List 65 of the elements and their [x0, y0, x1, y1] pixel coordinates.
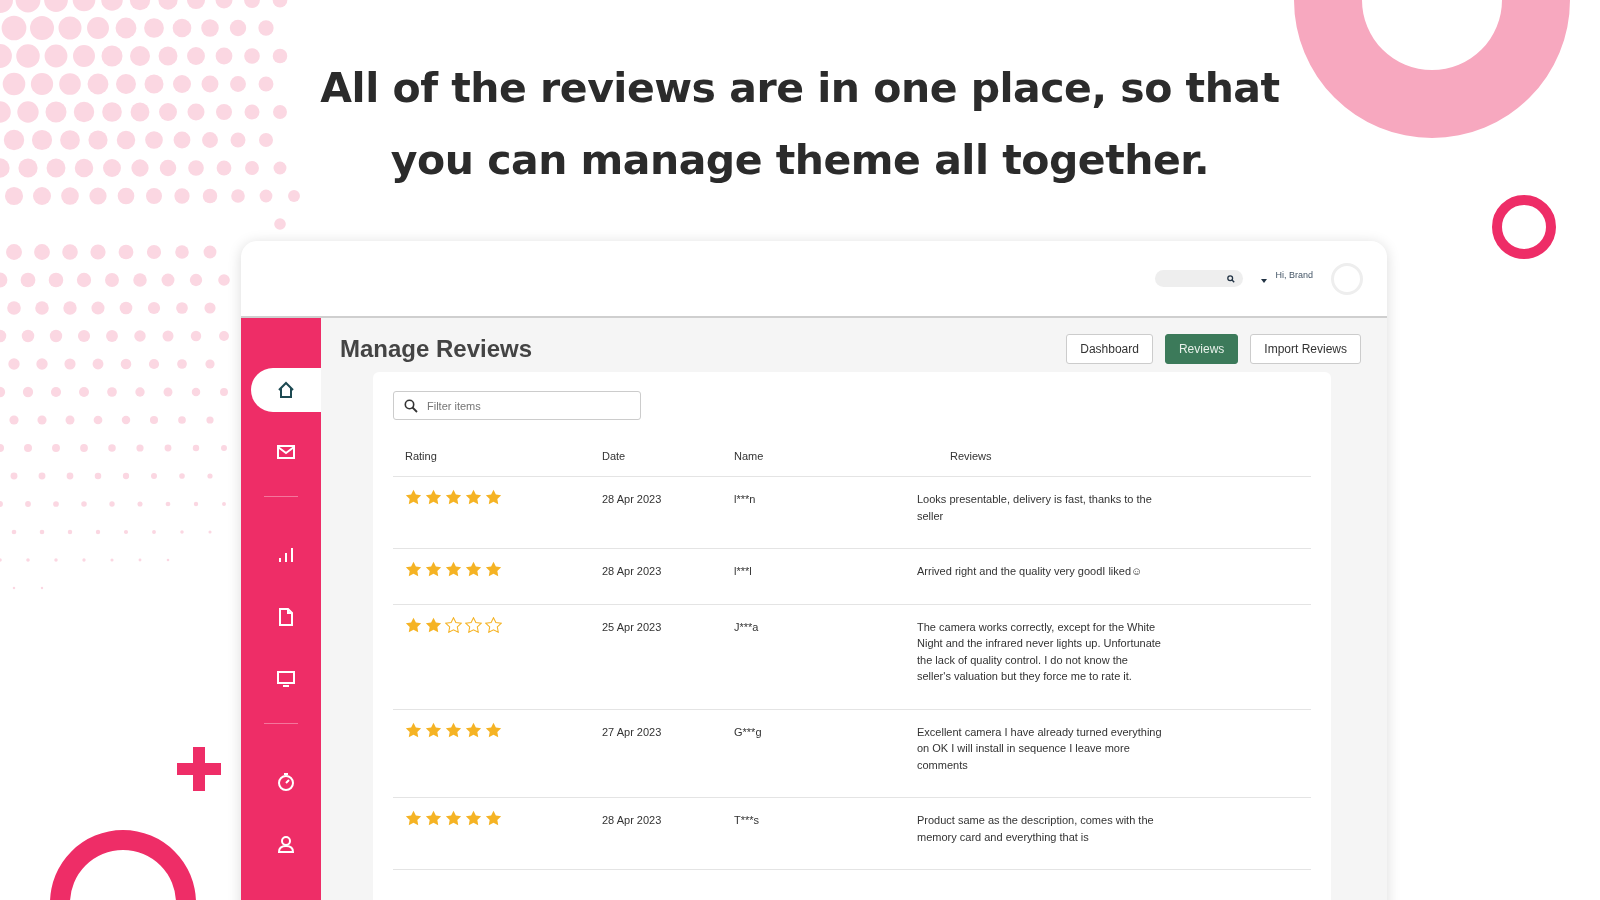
tab[interactable]: Reviews — [1164, 334, 1239, 364]
headline: All of the reviews are in one place, so that you can manage theme all together. — [319, 63, 1281, 186]
filter-field[interactable]: Filter items — [393, 391, 641, 420]
column-header: Reviews — [950, 450, 992, 462]
date-cell: 27 Apr 2023 — [602, 725, 662, 738]
filled-star-icon — [485, 489, 502, 505]
tab[interactable]: Dashboard — [1066, 334, 1153, 364]
name-cell: T***s — [734, 814, 760, 826]
user-icon — [276, 834, 296, 854]
timer-icon — [276, 772, 296, 792]
filled-star-icon — [465, 489, 482, 505]
filled-star-icon — [425, 810, 442, 826]
header-search-field[interactable] — [1155, 270, 1244, 287]
column-header: Rating — [405, 450, 437, 462]
filled-star-icon — [405, 810, 422, 826]
name-cell: l***l — [734, 565, 752, 577]
filled-star-icon — [445, 489, 462, 505]
filled-star-icon — [405, 721, 422, 738]
column-header: Date — [602, 450, 626, 462]
filled-star-icon — [485, 561, 502, 577]
review-cell-text: Excellent camera I have already turned everything on OK I will install in sequence I leave more comments — [917, 724, 1162, 773]
file-icon — [276, 607, 296, 627]
column-header: Name — [734, 450, 764, 462]
filled-star-icon — [485, 810, 502, 826]
filled-star-icon — [405, 561, 422, 577]
search-icon — [1227, 274, 1236, 283]
monitor-icon — [276, 669, 296, 689]
greeting-text: Hi, Brand — [1275, 269, 1313, 280]
filled-star-icon — [465, 561, 482, 577]
caret-icon[interactable] — [1261, 278, 1268, 283]
page-title: Manage Reviews — [340, 335, 533, 363]
plus-decoration — [177, 747, 221, 791]
filled-star-icon — [405, 489, 422, 505]
date-cell: 25 Apr 2023 — [602, 620, 662, 633]
filled-star-icon — [405, 616, 422, 633]
filled-star-icon — [465, 810, 482, 826]
mail-icon — [276, 442, 296, 462]
date-cell: 28 Apr 2023 — [602, 493, 662, 505]
ring-decoration — [1491, 194, 1557, 260]
filled-star-icon — [425, 721, 442, 738]
tab[interactable]: Import Reviews — [1250, 334, 1361, 364]
search-icon — [404, 399, 418, 413]
filled-star-icon — [425, 489, 442, 505]
empty-star-icon — [465, 616, 482, 633]
filled-star-icon — [445, 810, 462, 826]
name-cell: J***a — [734, 620, 759, 633]
filled-star-icon — [425, 561, 442, 577]
filled-star-icon — [485, 721, 502, 738]
empty-star-icon — [445, 616, 462, 633]
filled-star-icon — [465, 721, 482, 738]
date-cell: 28 Apr 2023 — [602, 814, 662, 826]
filled-star-icon — [445, 561, 462, 577]
review-cell-text: The camera works correctly, except for the White Night and the infrared never lights up. Unfortunate the lack of quality control. I do not know the seller's valuation but they force me to rate it. — [917, 619, 1162, 684]
sidebar-item[interactable] — [251, 368, 321, 412]
empty-star-icon — [485, 616, 502, 633]
name-cell: l***n — [734, 493, 756, 505]
review-cell-text: Arrived right and the quality very goodI liked☺ — [917, 564, 1144, 579]
date-cell: 28 Apr 2023 — [602, 565, 662, 577]
filled-star-icon — [445, 721, 462, 738]
filled-star-icon — [425, 616, 442, 633]
name-cell: G***g — [734, 725, 762, 738]
home-icon — [276, 380, 296, 400]
review-cell-text: Looks presentable, delivery is fast, thanks to the seller — [917, 492, 1153, 524]
bar-chart-icon — [276, 545, 296, 565]
review-cell-text: Product same as the description, comes with the memory card and everything that is — [917, 813, 1155, 845]
